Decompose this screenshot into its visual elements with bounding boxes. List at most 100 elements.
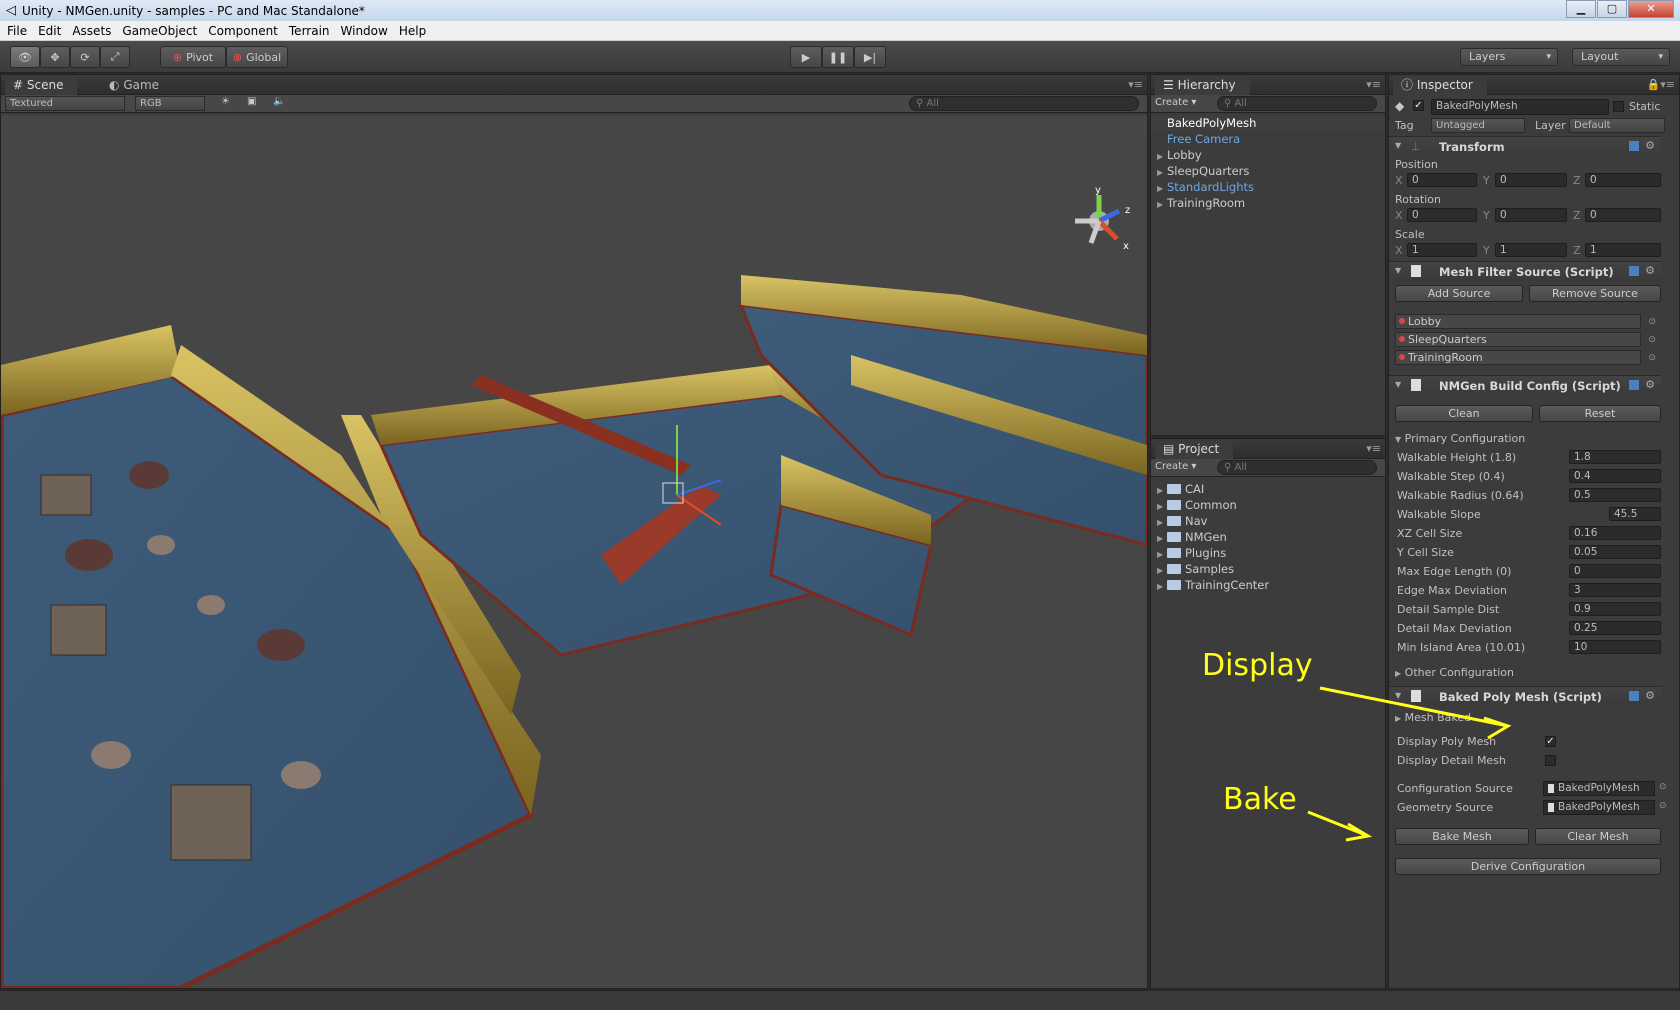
source-item-lobby[interactable]: Lobby ⊙: [1395, 314, 1656, 329]
foldout-arrow-icon[interactable]: ▼: [1395, 266, 1401, 275]
object-picker-icon[interactable]: ⊙: [1648, 352, 1656, 365]
foldout-arrow-icon[interactable]: ▼: [1395, 691, 1401, 700]
project-folder-plugins[interactable]: ▶ Plugins: [1151, 546, 1226, 561]
source-item-trainingroom[interactable]: TrainingRoom ⊙: [1395, 350, 1656, 365]
expand-arrow-icon[interactable]: ▶: [1157, 563, 1167, 578]
expand-arrow-icon[interactable]: ▶: [1157, 547, 1167, 562]
move-tool-button[interactable]: ✥: [40, 46, 70, 68]
expand-arrow-icon[interactable]: ▶: [1157, 165, 1167, 180]
orientation-gizmo[interactable]: y z x: [1075, 185, 1130, 252]
remove-source-button[interactable]: Remove Source: [1529, 285, 1661, 302]
expand-arrow-icon[interactable]: ▶: [1157, 181, 1167, 196]
hierarchy-search-input[interactable]: ⚲ All: [1217, 96, 1377, 111]
scene-viewport[interactable]: y z x: [1, 115, 1147, 988]
menu-component[interactable]: Component: [208, 24, 278, 38]
rotation-y-field[interactable]: 0: [1495, 208, 1567, 222]
active-checkbox[interactable]: ✓: [1413, 100, 1424, 111]
project-folder-trainingcenter[interactable]: ▶ TrainingCenter: [1151, 578, 1269, 593]
hierarchy-item-standardlights[interactable]: ▶ StandardLights: [1151, 180, 1254, 195]
menu-help[interactable]: Help: [399, 24, 426, 38]
help-book-icon[interactable]: [1629, 691, 1639, 701]
play-button[interactable]: ▶: [790, 46, 822, 68]
panel-menu-icon[interactable]: ▾≡: [1128, 78, 1143, 91]
menu-gameobject[interactable]: GameObject: [122, 24, 197, 38]
menu-assets[interactable]: Assets: [72, 24, 111, 38]
tab-hierarchy[interactable]: ☰ Hierarchy: [1155, 77, 1250, 95]
walkable-height-field[interactable]: 1.8: [1569, 450, 1661, 464]
add-source-button[interactable]: Add Source: [1395, 285, 1523, 302]
tab-game[interactable]: ◐ Game: [101, 77, 173, 95]
pivot-button[interactable]: ⊕ Pivot: [160, 46, 226, 68]
clean-button[interactable]: Clean: [1395, 405, 1533, 422]
hierarchy-item-free-camera[interactable]: Free Camera: [1151, 132, 1240, 147]
geometry-source-field[interactable]: BakedPolyMesh: [1543, 800, 1655, 815]
object-picker-icon[interactable]: ⊙: [1659, 801, 1667, 811]
xz-cell-size-field[interactable]: 0.16: [1569, 526, 1661, 540]
detail-max-deviation-field[interactable]: 0.25: [1569, 621, 1661, 635]
primary-config-foldout[interactable]: ▼ Primary Configuration: [1395, 432, 1525, 445]
step-button[interactable]: ▶|: [854, 46, 886, 68]
edge-max-deviation-field[interactable]: 3: [1569, 583, 1661, 597]
expand-arrow-icon[interactable]: ▶: [1157, 499, 1167, 514]
object-picker-icon[interactable]: ⊙: [1659, 782, 1667, 792]
project-folder-samples[interactable]: ▶ Samples: [1151, 562, 1234, 577]
scale-y-field[interactable]: 1: [1495, 243, 1567, 257]
max-edge-length-field[interactable]: 0: [1569, 564, 1661, 578]
expand-arrow-icon[interactable]: ▶: [1157, 531, 1167, 546]
layer-dropdown[interactable]: Default: [1569, 118, 1665, 133]
build-config-header[interactable]: ▼ NMGen Build Config (Script) ⚙: [1389, 375, 1661, 395]
bake-mesh-button[interactable]: Bake Mesh: [1395, 828, 1529, 845]
maximize-button[interactable]: ▢: [1597, 0, 1627, 18]
menu-file[interactable]: File: [7, 24, 27, 38]
inspector-lock-icon[interactable]: 🔒▾≡: [1647, 78, 1675, 91]
tab-scene[interactable]: # Scene: [5, 77, 78, 95]
expand-arrow-icon[interactable]: ▶: [1157, 579, 1167, 594]
tag-dropdown[interactable]: Untagged: [1431, 118, 1525, 133]
configuration-source-field[interactable]: BakedPolyMesh: [1543, 781, 1655, 796]
rotate-tool-button[interactable]: ⟳: [70, 46, 100, 68]
help-book-icon[interactable]: [1629, 141, 1639, 151]
expand-arrow-icon[interactable]: ▶: [1157, 515, 1167, 530]
project-create-dropdown[interactable]: Create ▾: [1155, 461, 1196, 472]
minimize-button[interactable]: ▁: [1566, 0, 1596, 18]
object-name-input[interactable]: BakedPolyMesh: [1431, 99, 1609, 115]
other-config-foldout[interactable]: ▶ Other Configuration: [1395, 666, 1514, 679]
scale-x-field[interactable]: 1: [1407, 243, 1477, 257]
hierarchy-menu-icon[interactable]: ▾≡: [1366, 78, 1381, 91]
hierarchy-item-trainingroom[interactable]: ▶ TrainingRoom: [1151, 196, 1245, 211]
object-picker-icon[interactable]: ⊙: [1648, 316, 1656, 329]
rotation-z-field[interactable]: 0: [1585, 208, 1661, 222]
scene-search-input[interactable]: ⚲ All: [909, 96, 1139, 111]
display-poly-mesh-checkbox[interactable]: ✓: [1545, 736, 1556, 747]
gear-icon[interactable]: ⚙: [1645, 264, 1655, 277]
pause-button[interactable]: ❚❚: [822, 46, 854, 68]
walkable-slope-field[interactable]: 45.5: [1609, 507, 1661, 521]
menu-window[interactable]: Window: [341, 24, 388, 38]
close-button[interactable]: ✕: [1628, 0, 1674, 18]
gear-icon[interactable]: ⚙: [1645, 139, 1655, 152]
clear-mesh-button[interactable]: Clear Mesh: [1535, 828, 1661, 845]
static-checkbox[interactable]: [1613, 101, 1624, 112]
layers-dropdown[interactable]: Layers: [1460, 48, 1558, 66]
lighting-icon[interactable]: ☀: [221, 96, 230, 107]
project-search-input[interactable]: ⚲ All: [1217, 460, 1377, 475]
derive-configuration-button[interactable]: Derive Configuration: [1395, 858, 1661, 875]
scale-z-field[interactable]: 1: [1585, 243, 1661, 257]
scale-tool-button[interactable]: ⤢: [100, 46, 130, 68]
position-x-field[interactable]: 0: [1407, 173, 1477, 187]
mesh-baked-foldout[interactable]: ▶ Mesh Baked: [1395, 711, 1471, 724]
position-y-field[interactable]: 0: [1495, 173, 1567, 187]
object-picker-icon[interactable]: ⊙: [1648, 334, 1656, 347]
global-button[interactable]: ⊗ Global: [226, 46, 288, 68]
tab-inspector[interactable]: ⓘ Inspector: [1393, 77, 1487, 95]
reset-button[interactable]: Reset: [1539, 405, 1661, 422]
foldout-arrow-icon[interactable]: ▼: [1395, 380, 1401, 389]
expand-arrow-icon[interactable]: ▶: [1157, 149, 1167, 164]
project-menu-icon[interactable]: ▾≡: [1366, 442, 1381, 455]
tab-project[interactable]: ▤ Project: [1155, 441, 1234, 459]
min-island-area-field[interactable]: 10: [1569, 640, 1661, 654]
source-item-sleepquarters[interactable]: SleepQuarters ⊙: [1395, 332, 1656, 347]
menu-edit[interactable]: Edit: [38, 24, 61, 38]
project-folder-nav[interactable]: ▶ Nav: [1151, 514, 1207, 529]
gear-icon[interactable]: ⚙: [1645, 378, 1655, 391]
